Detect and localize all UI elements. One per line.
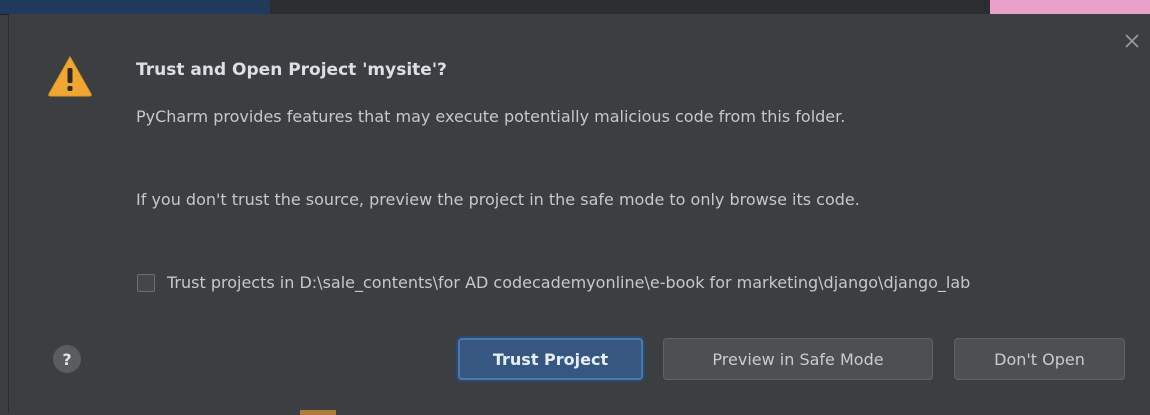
dialog-message-warning: PyCharm provides features that may execu…: [136, 107, 846, 126]
background-accent: [300, 410, 336, 415]
window-top-edge: [0, 0, 1150, 15]
background-window-strip: [990, 0, 1150, 14]
close-icon[interactable]: [1123, 32, 1141, 50]
trust-projects-checkbox[interactable]: [137, 273, 155, 292]
trust-projects-checkbox-row[interactable]: Trust projects in D:\sale_contents\for A…: [137, 273, 970, 292]
preview-safe-mode-button[interactable]: Preview in Safe Mode: [663, 338, 933, 380]
close-icon-glyph: [1125, 34, 1139, 48]
help-button[interactable]: ?: [53, 345, 81, 373]
trust-project-dialog: Trust and Open Project 'mysite'? PyCharm…: [8, 14, 1150, 412]
dialog-title: Trust and Open Project 'mysite'?: [136, 60, 447, 80]
warning-icon: [47, 54, 93, 98]
trust-project-button[interactable]: Trust Project: [458, 338, 643, 380]
dont-open-button[interactable]: Don't Open: [954, 338, 1125, 380]
dialog-message-safe-mode: If you don't trust the source, preview t…: [136, 190, 860, 209]
trust-projects-label: Trust projects in D:\sale_contents\for A…: [167, 273, 971, 292]
background-tab: [0, 0, 270, 14]
